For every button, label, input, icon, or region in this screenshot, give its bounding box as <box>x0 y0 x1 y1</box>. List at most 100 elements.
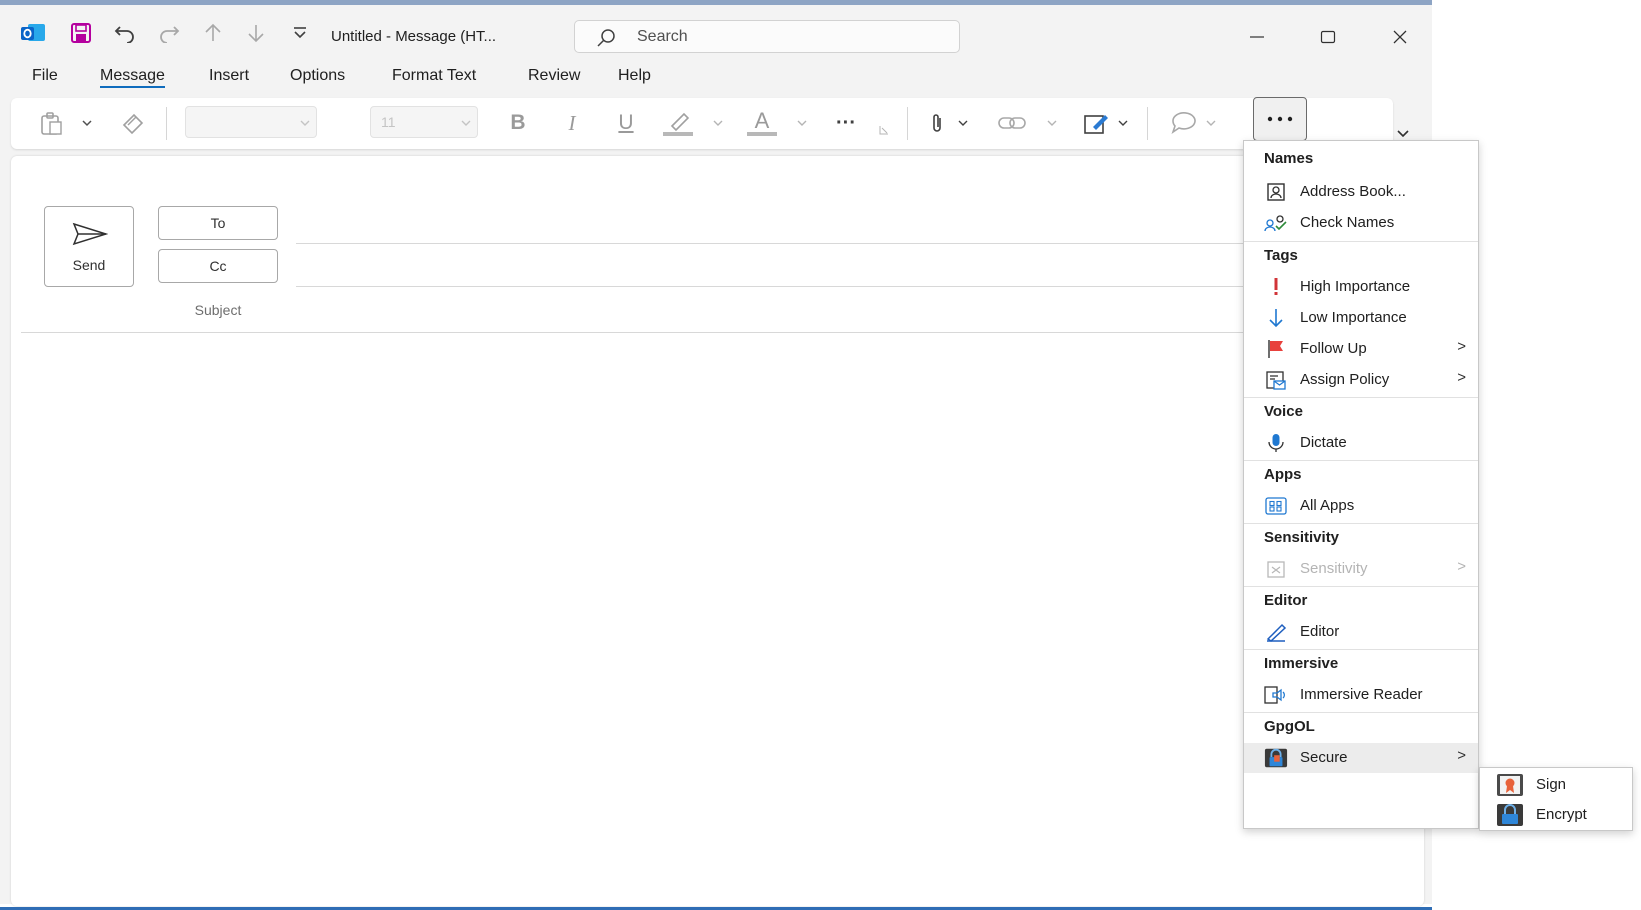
compose-area: Send To Cc Subject <box>11 156 1424 906</box>
menu-item-all-apps[interactable]: All Apps <box>1244 491 1478 521</box>
check-names-icon <box>1264 212 1288 234</box>
tab-message[interactable]: Message <box>100 67 165 88</box>
menu-item-immersive-reader[interactable]: Immersive Reader <box>1244 680 1478 710</box>
menu-item-label: High Importance <box>1300 278 1411 295</box>
search-input[interactable]: Search <box>574 20 960 53</box>
tab-format-text[interactable]: Format Text <box>392 67 476 85</box>
paste-dropdown-chevron-icon[interactable] <box>79 106 95 140</box>
signature-dropdown-chevron-icon[interactable] <box>1116 106 1130 140</box>
menu-item-follow-up[interactable]: Follow Up > <box>1244 334 1478 364</box>
message-body[interactable] <box>21 336 1416 896</box>
submenu-item-label: Sign <box>1536 776 1567 793</box>
format-painter-icon[interactable] <box>117 106 149 140</box>
menu-item-label: Address Book... <box>1300 183 1406 200</box>
more-commands-button[interactable] <box>1253 97 1307 141</box>
tab-file[interactable]: File <box>32 67 58 85</box>
dialog-launcher-icon[interactable] <box>878 124 890 136</box>
redo-icon[interactable] <box>156 20 182 46</box>
more-commands-menu: Names Address Book... Check Names Tags H… <box>1243 140 1479 829</box>
search-icon <box>595 28 617 53</box>
customize-icon[interactable] <box>287 20 313 46</box>
flag-icon <box>1264 338 1288 360</box>
font-name-select[interactable] <box>185 106 317 138</box>
menu-item-label: Secure <box>1300 749 1348 766</box>
tab-review[interactable]: Review <box>528 67 580 85</box>
send-button[interactable]: Send <box>44 206 134 287</box>
menu-divider <box>1244 712 1478 713</box>
menu-item-dictate[interactable]: Dictate <box>1244 428 1478 458</box>
send-icon <box>72 222 108 246</box>
outlook-icon <box>20 20 46 46</box>
attach-file-icon[interactable] <box>925 106 949 140</box>
font-size-value: 11 <box>381 114 396 130</box>
comment-icon[interactable] <box>1167 106 1201 140</box>
tab-help[interactable]: Help <box>618 67 651 85</box>
undo-icon[interactable] <box>112 20 138 46</box>
font-color-swatch <box>747 132 777 136</box>
microphone-icon <box>1264 432 1288 454</box>
sign-seal-icon <box>1496 773 1524 797</box>
comment-dropdown-chevron-icon[interactable] <box>1204 106 1218 140</box>
search-placeholder: Search <box>637 28 688 45</box>
menu-item-label: All Apps <box>1300 497 1355 514</box>
italic-button[interactable]: I <box>557 106 587 140</box>
ribbon-toolbar: 11 B I U A ··· <box>11 97 1409 149</box>
highlight-icon[interactable] <box>660 106 696 140</box>
menu-item-label: Immersive Reader <box>1300 686 1423 703</box>
section-header-voice: Voice <box>1264 403 1303 420</box>
sensitivity-icon <box>1264 558 1288 580</box>
menu-item-label: Follow Up <box>1300 340 1367 357</box>
submenu-arrow-icon: > <box>1457 747 1466 764</box>
more-formatting-button[interactable]: ··· <box>829 106 863 140</box>
menu-divider <box>1244 241 1478 242</box>
submenu-arrow-icon: > <box>1457 338 1466 355</box>
menu-item-editor[interactable]: Editor <box>1244 617 1478 647</box>
bold-button[interactable]: B <box>503 106 533 140</box>
address-book-icon <box>1264 181 1288 203</box>
highlight-dropdown-chevron-icon[interactable] <box>711 106 725 140</box>
submenu-arrow-icon: > <box>1457 369 1466 386</box>
secure-lock-icon <box>1264 747 1288 769</box>
section-header-tags: Tags <box>1264 247 1298 264</box>
signature-icon[interactable] <box>1081 106 1111 140</box>
menu-item-address-book[interactable]: Address Book... <box>1244 177 1478 207</box>
link-icon[interactable] <box>994 106 1030 140</box>
title-bar: Untitled - Message (HT... Search <box>0 10 1432 56</box>
tab-insert[interactable]: Insert <box>209 67 249 85</box>
attach-dropdown-chevron-icon[interactable] <box>956 106 970 140</box>
cc-button[interactable]: Cc <box>158 249 278 283</box>
tab-options[interactable]: Options <box>290 67 345 85</box>
menu-item-secure[interactable]: Secure > <box>1244 743 1478 773</box>
chevron-down-icon <box>300 120 310 126</box>
menu-item-label: Sensitivity <box>1300 560 1368 577</box>
font-size-select[interactable]: 11 <box>370 106 478 138</box>
font-color-dropdown-chevron-icon[interactable] <box>795 106 809 140</box>
chevron-down-icon <box>461 120 471 126</box>
font-color-button[interactable]: A <box>745 106 779 140</box>
exclamation-icon <box>1264 276 1288 298</box>
up-arrow-icon[interactable] <box>200 20 226 46</box>
save-icon[interactable] <box>68 20 94 46</box>
send-label: Send <box>72 257 106 273</box>
link-dropdown-chevron-icon[interactable] <box>1045 106 1059 140</box>
font-color-letter: A <box>754 108 770 133</box>
submenu-item-encrypt[interactable]: Encrypt <box>1480 800 1632 830</box>
editor-pen-icon <box>1264 621 1288 643</box>
secure-submenu: Sign Encrypt <box>1479 767 1633 831</box>
menu-item-label: Low Importance <box>1300 309 1407 326</box>
down-arrow-icon[interactable] <box>243 20 269 46</box>
maximize-button[interactable] <box>1313 23 1343 51</box>
window-title: Untitled - Message (HT... <box>331 28 497 45</box>
underline-button[interactable]: U <box>611 106 641 140</box>
menu-item-assign-policy[interactable]: Assign Policy > <box>1244 365 1478 395</box>
paste-icon[interactable] <box>33 106 69 140</box>
menu-item-high-importance[interactable]: High Importance <box>1244 272 1478 302</box>
subject-field[interactable] <box>21 332 1416 333</box>
submenu-item-sign[interactable]: Sign <box>1480 770 1632 800</box>
to-button[interactable]: To <box>158 206 278 240</box>
close-button[interactable] <box>1385 23 1415 51</box>
minimize-button[interactable] <box>1242 23 1272 51</box>
menu-item-label: Dictate <box>1300 434 1347 451</box>
menu-item-low-importance[interactable]: Low Importance <box>1244 303 1478 333</box>
menu-item-check-names[interactable]: Check Names <box>1244 208 1478 238</box>
